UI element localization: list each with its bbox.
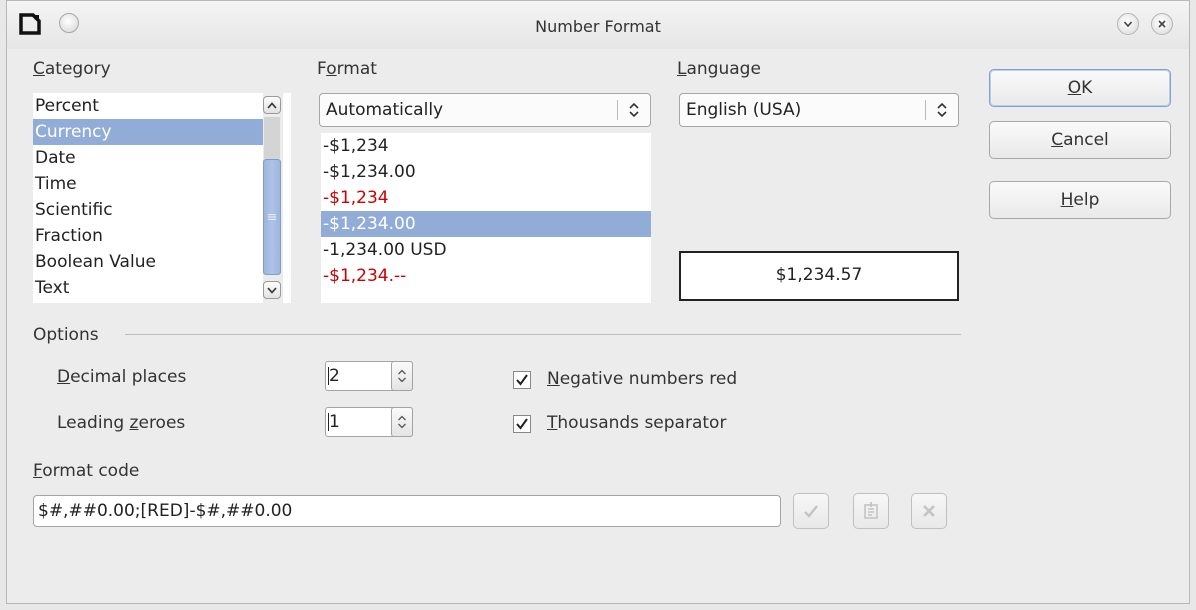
delete-format-button[interactable]: [911, 493, 947, 529]
format-code-input[interactable]: $#,##0.00;[RED]-$#,##0.00: [33, 495, 781, 527]
category-list-item[interactable]: Currency: [33, 119, 263, 145]
thousands-separator-label[interactable]: Thousands separator: [547, 413, 726, 433]
format-list-item[interactable]: -1,234.00 USD: [321, 237, 651, 263]
decimal-places-spinbox[interactable]: 2: [325, 361, 413, 391]
delete-x-icon: [923, 505, 935, 517]
category-list[interactable]: Percent Currency Date Time Scientific Fractio…: [33, 93, 291, 303]
language-combo-value: English (USA): [686, 100, 802, 120]
format-preview: $1,234.57: [679, 251, 959, 301]
title-bar: Number Format: [7, 1, 1189, 49]
help-button[interactable]: Help: [989, 181, 1171, 219]
category-list-item[interactable]: Fraction: [33, 223, 263, 249]
ok-button[interactable]: OK: [989, 69, 1171, 107]
options-heading: Options: [33, 325, 99, 345]
category-list-item[interactable]: Scientific: [33, 197, 263, 223]
minimize-chevron-icon[interactable]: [1117, 13, 1139, 35]
category-list-item[interactable]: Text: [33, 275, 263, 301]
number-format-dialog: Number Format Category Percent Currency Da…: [6, 0, 1190, 604]
scroll-thumb[interactable]: ≡: [263, 159, 281, 275]
decimal-places-value: 2: [329, 366, 340, 386]
leading-zeroes-value: 1: [329, 412, 340, 432]
add-format-button[interactable]: [793, 493, 829, 529]
checkmark-icon: [516, 418, 528, 430]
scroll-track[interactable]: [264, 117, 280, 159]
language-combo[interactable]: English (USA): [679, 93, 959, 127]
format-list-item[interactable]: -$1,234.00: [321, 159, 651, 185]
comment-icon: [864, 502, 878, 519]
decimal-places-label: Decimal places: [57, 367, 187, 387]
format-combo[interactable]: Automatically: [319, 93, 651, 127]
checkmark-icon: [804, 505, 818, 518]
thousands-separator-checkbox[interactable]: [513, 415, 531, 433]
format-combo-value: Automatically: [326, 100, 444, 120]
format-list-item[interactable]: -$1,234: [321, 185, 651, 211]
category-list-item[interactable]: Percent: [33, 93, 263, 119]
category-list-item[interactable]: Date: [33, 145, 263, 171]
close-icon[interactable]: [1151, 13, 1173, 35]
cancel-button[interactable]: Cancel: [989, 121, 1171, 159]
negative-numbers-red-label[interactable]: Negative numbers red: [547, 369, 737, 389]
scroll-up-arrow-icon[interactable]: [263, 96, 281, 114]
window-title: Number Format: [535, 17, 661, 36]
options-divider: [125, 334, 961, 335]
category-list-item[interactable]: Time: [33, 171, 263, 197]
leading-zeroes-label: Leading zeroes: [57, 413, 186, 433]
category-scrollbar[interactable]: ≡: [263, 93, 283, 303]
negative-numbers-red-checkbox[interactable]: [513, 371, 531, 389]
category-list-item[interactable]: Boolean Value: [33, 249, 263, 275]
updown-arrows-icon: [629, 102, 639, 118]
spin-arrows-icon[interactable]: [391, 407, 413, 437]
format-list-item[interactable]: -$1,234.00: [321, 211, 651, 237]
edit-comment-button[interactable]: [853, 493, 889, 529]
format-list-item[interactable]: -$1,234.--: [321, 263, 651, 289]
format-code-label: Format code: [33, 461, 140, 481]
updown-arrows-icon: [937, 102, 947, 118]
format-list[interactable]: -$1,234 -$1,234.00 -$1,234 -$1,234.00 -1,234…: [321, 133, 651, 303]
format-label: Format: [317, 59, 377, 79]
language-label: Language: [677, 59, 761, 79]
leading-zeroes-spinbox[interactable]: 1: [325, 407, 413, 437]
category-label: Category: [33, 59, 111, 79]
format-list-item[interactable]: -$1,234: [321, 133, 651, 159]
spin-arrows-icon[interactable]: [391, 361, 413, 391]
scroll-down-arrow-icon[interactable]: [263, 281, 281, 299]
checkmark-icon: [516, 374, 528, 386]
